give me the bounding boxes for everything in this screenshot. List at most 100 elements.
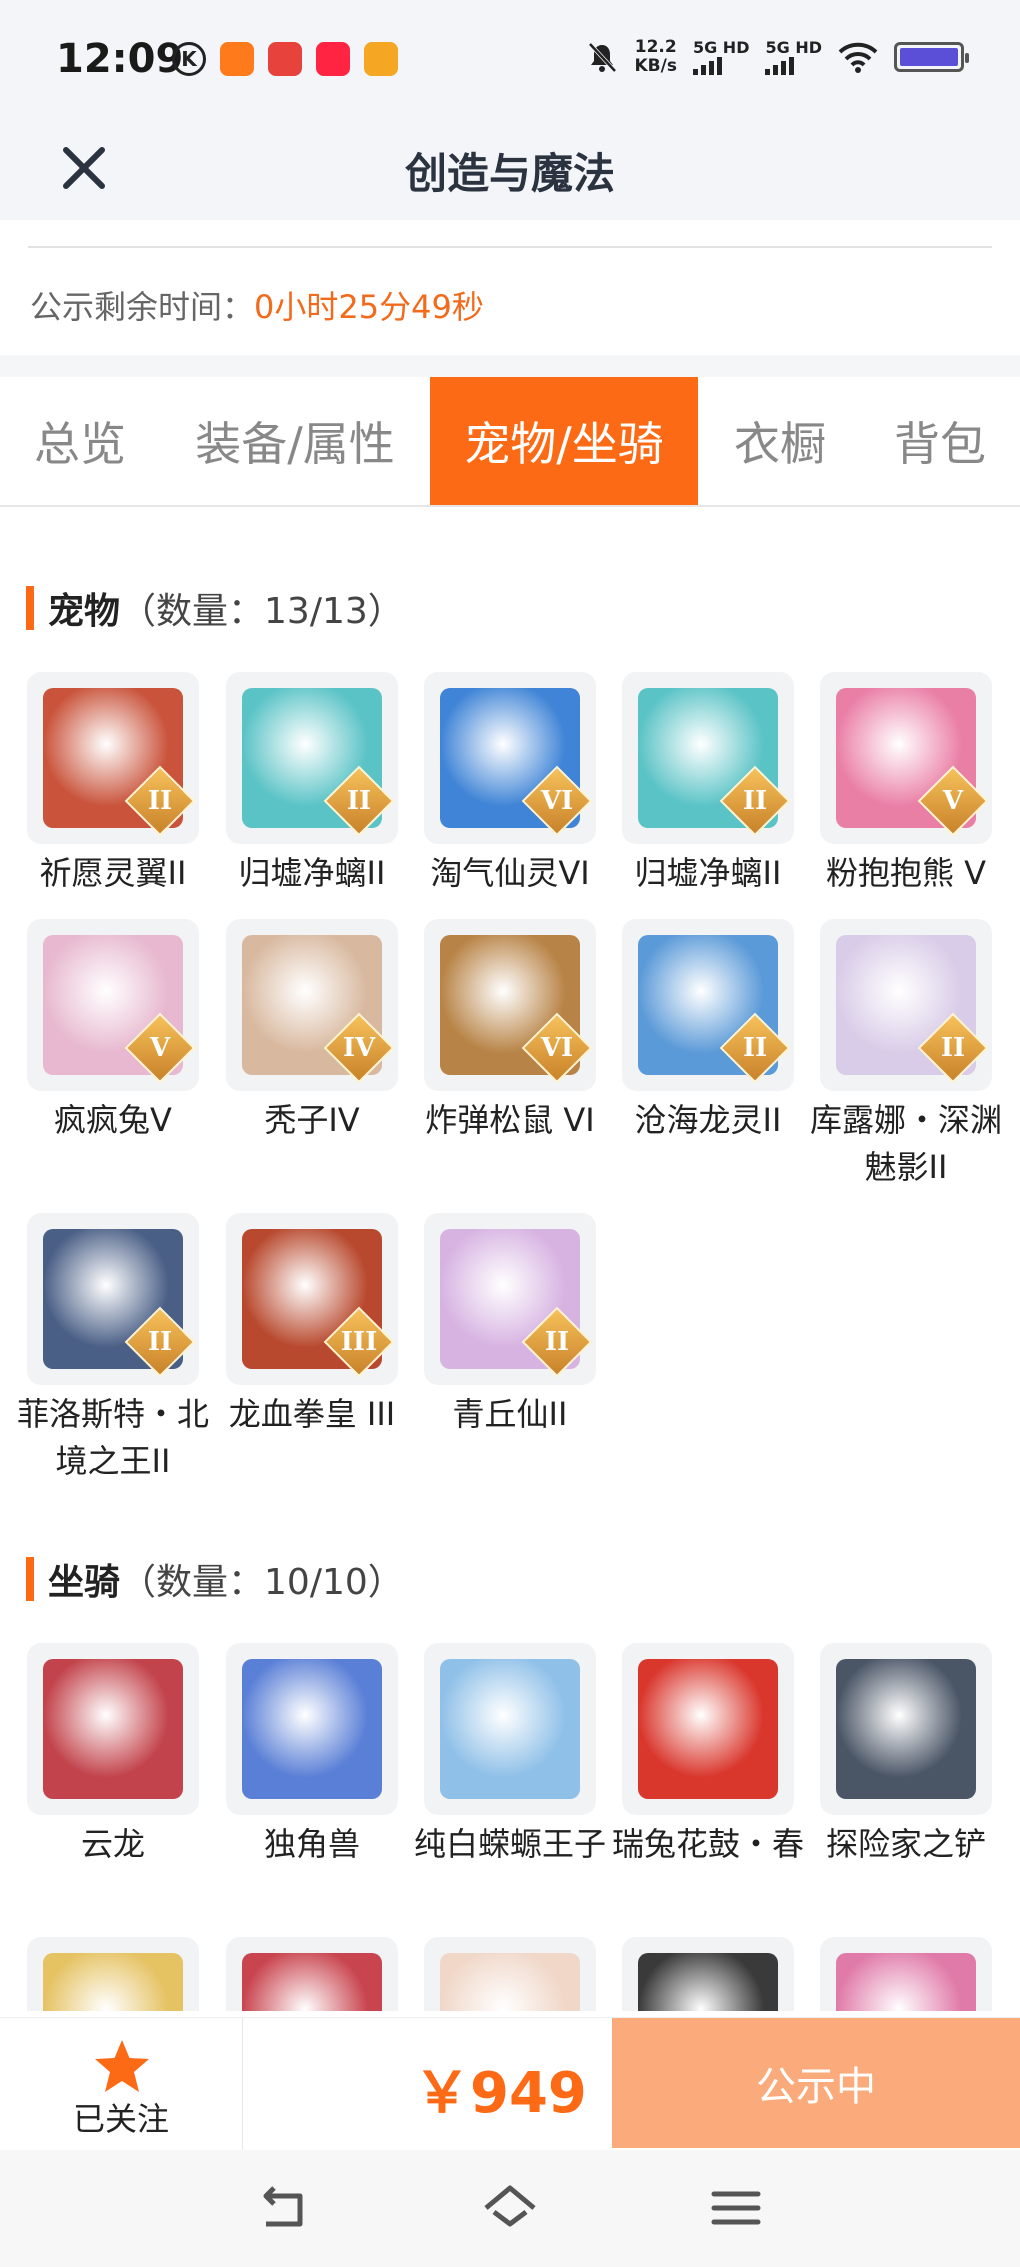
item-thumbnail: VI	[424, 672, 596, 844]
item-name: 探险家之铲	[825, 1825, 986, 1863]
pets-count: （数量：13/13）	[120, 591, 404, 632]
k-icon: K	[172, 42, 206, 76]
item-name: 炸弹松鼠 VI	[425, 1101, 595, 1139]
sim2-signal: 5G HD	[765, 39, 822, 75]
item-name: 独角兽	[263, 1825, 360, 1863]
status-bar: 12:09 K 12.2 KB/s 5G HD 5G HD	[0, 0, 1020, 118]
kuaishou-icon	[220, 42, 254, 76]
item-thumbnail: III	[226, 1213, 398, 1385]
tier-badge-label: II	[544, 1327, 570, 1357]
tier-badge-label: II	[147, 1327, 173, 1357]
list-item[interactable]: 探险家之铲	[820, 1643, 992, 1868]
tab-backpack[interactable]: 背包	[870, 377, 1010, 505]
list-item[interactable]: V 粉抱抱熊 V	[820, 672, 992, 897]
list-item[interactable]	[622, 1937, 794, 2011]
item-name: 云龙	[80, 1825, 145, 1863]
tier-badge-label: VI	[540, 786, 574, 816]
item-name: 龙血拳皇 III	[228, 1395, 396, 1433]
signal-bars-icon	[765, 57, 822, 75]
list-item[interactable]: 云龙	[27, 1643, 199, 1868]
star-icon	[95, 2040, 149, 2092]
follow-label: 已关注	[72, 2100, 169, 2138]
list-item[interactable]: II 归墟净螭II	[622, 672, 794, 897]
tab-overview[interactable]: 总览	[0, 377, 160, 505]
item-image	[638, 1659, 778, 1799]
countdown-value: 0小时25分49秒	[254, 288, 484, 326]
status-indicators: 12.2 KB/s 5G HD 5G HD	[585, 38, 969, 76]
tier-badge-label: II	[742, 1033, 768, 1063]
item-thumbnail	[424, 1643, 596, 1815]
home-button[interactable]	[480, 2178, 540, 2238]
list-item[interactable]: II 库露娜・深渊魅影II	[810, 919, 1002, 1191]
list-item[interactable]: II 沧海龙灵II	[622, 919, 794, 1144]
item-thumbnail	[820, 1937, 992, 2011]
list-item[interactable]	[226, 1937, 398, 2011]
item-thumbnail	[226, 1937, 398, 2011]
list-item[interactable]: V 疯疯兔V	[27, 919, 199, 1144]
page: 12:09 K 12.2 KB/s 5G HD 5G HD 创造与魔法 公示剩余…	[0, 0, 1020, 2267]
list-item[interactable]: II 祈愿灵翼II	[27, 672, 199, 897]
back-icon	[263, 2186, 303, 2227]
title-bar: 创造与魔法	[0, 118, 1020, 220]
section-gap	[0, 355, 1020, 377]
sim1-signal: 5G HD	[692, 38, 750, 75]
list-item[interactable]: VI 淘气仙灵VI	[424, 672, 596, 897]
tier-badge-label: II	[742, 786, 768, 816]
xiaohongshu-icon	[316, 42, 350, 76]
list-item[interactable]	[820, 1937, 992, 2011]
item-thumbnail: II	[226, 672, 398, 844]
item-thumbnail	[622, 1937, 794, 2011]
list-item[interactable]: IV 秃子IV	[226, 919, 398, 1144]
list-item[interactable]: II 归墟净螭II	[226, 672, 398, 897]
net-speed: 12.2 KB/s	[635, 38, 677, 76]
tier-badge-label: V	[149, 1033, 171, 1063]
list-item[interactable]: II 菲洛斯特・北境之王II	[17, 1213, 209, 1485]
item-thumbnail: IV	[226, 919, 398, 1091]
list-item[interactable]: 瑞兔花鼓・春	[612, 1643, 804, 1868]
status-time: 12:09	[56, 36, 184, 82]
item-thumbnail: VI	[424, 919, 596, 1091]
list-item[interactable]: 纯白蝾螈王子	[414, 1643, 606, 1868]
list-item[interactable]: VI 炸弹松鼠 VI	[424, 919, 596, 1144]
item-name: 疯疯兔V	[54, 1101, 172, 1139]
item-thumbnail: II	[622, 672, 794, 844]
home-icon	[484, 2185, 536, 2227]
signal-bars-icon	[692, 57, 750, 75]
follow-button[interactable]: 已关注	[0, 2018, 243, 2151]
mounts-section-title: 坐骑 （数量：10/10）	[26, 1553, 404, 1605]
item-image	[242, 1659, 382, 1799]
item-thumbnail	[27, 1643, 199, 1815]
item-thumbnail	[27, 1937, 199, 2011]
wifi-icon	[838, 42, 878, 73]
item-name: 秃子IV	[264, 1101, 360, 1139]
item-image	[43, 1953, 183, 2011]
list-item[interactable]	[424, 1937, 596, 2011]
list-item[interactable]: III 龙血拳皇 III	[226, 1213, 398, 1438]
item-name: 粉抱抱熊 V	[825, 854, 987, 892]
item-image	[836, 1659, 976, 1799]
item-name: 归墟净螭II	[634, 854, 782, 892]
tab-equipment[interactable]: 装备/属性	[180, 377, 410, 505]
menu-button[interactable]	[706, 2178, 766, 2238]
tier-badge-label: II	[346, 786, 372, 816]
list-item[interactable]	[27, 1937, 199, 2011]
item-thumbnail: II	[424, 1213, 596, 1385]
item-name: 淘气仙灵VI	[430, 854, 590, 892]
sim1-label: 5G HD	[692, 38, 750, 57]
navigation-bar	[0, 2150, 1020, 2267]
item-image	[43, 1659, 183, 1799]
public-status-button[interactable]: 公示中	[612, 2018, 1020, 2148]
list-item[interactable]: II 青丘仙II	[424, 1213, 596, 1438]
item-thumbnail: V	[27, 919, 199, 1091]
item-name: 青丘仙II	[452, 1395, 568, 1433]
menu-icon	[711, 2191, 761, 2225]
tab-wardrobe[interactable]: 衣橱	[712, 377, 848, 505]
item-image	[242, 1953, 382, 2011]
back-button[interactable]	[254, 2178, 314, 2238]
list-item[interactable]: 独角兽	[226, 1643, 398, 1868]
tier-badge-label: IV	[342, 1033, 376, 1063]
tier-badge-label: III	[340, 1327, 378, 1357]
tab-pets-mounts[interactable]: 宠物/坐骑	[430, 377, 698, 505]
mounts-count: （数量：10/10）	[120, 1562, 404, 1603]
pets-title: 宠物	[48, 591, 121, 632]
